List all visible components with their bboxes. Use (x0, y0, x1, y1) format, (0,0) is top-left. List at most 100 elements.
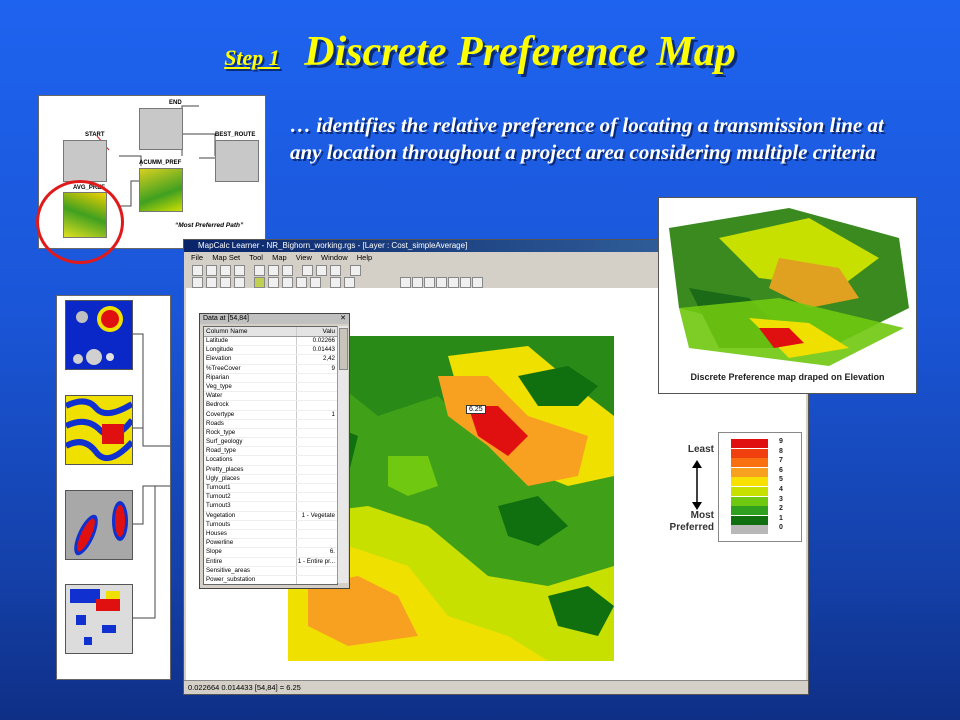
zoom-in-icon[interactable] (412, 277, 423, 288)
row-value (297, 475, 337, 483)
row-value: 1 (331, 410, 335, 418)
menu-view[interactable]: View (296, 253, 312, 262)
frame-icon[interactable] (330, 277, 341, 288)
table-row[interactable]: Turnouts (204, 520, 337, 530)
legend-icon[interactable] (296, 277, 307, 288)
map2d-icon[interactable] (192, 277, 203, 288)
layer-icon[interactable] (302, 265, 313, 276)
table-row[interactable]: Longitude 0.01443 (204, 346, 337, 356)
close-icon[interactable]: ✕ (340, 314, 346, 324)
lattice-icon[interactable] (268, 277, 279, 288)
legend-level-number: 3 (779, 495, 783, 503)
row-column-name: Turnouts (204, 520, 297, 529)
table-icon[interactable] (330, 265, 341, 276)
menu-file[interactable]: File (191, 253, 203, 262)
start-box (63, 140, 107, 182)
copy-icon[interactable] (234, 265, 245, 276)
menu-map[interactable]: Map (272, 253, 287, 262)
grid-icon[interactable] (316, 265, 327, 276)
table-row[interactable]: Turnout3 (204, 502, 337, 512)
table-row[interactable]: Locations (204, 456, 337, 466)
table-row[interactable]: Sensitive_areas (204, 566, 337, 576)
save-icon[interactable] (220, 265, 231, 276)
table-row[interactable]: Vegetation 1 - Vegetate (204, 511, 337, 521)
row-value (297, 456, 337, 464)
menu-map-set[interactable]: Map Set (212, 253, 240, 262)
row-column-name: Covertype (204, 410, 297, 419)
table-row[interactable]: Veg_type (204, 382, 337, 393)
table-row[interactable]: Pretty_places (204, 465, 337, 475)
row-column-name: Roads (204, 419, 297, 428)
end-box (139, 108, 183, 150)
contour-icon[interactable] (282, 277, 293, 288)
row-value (297, 567, 337, 575)
table-row[interactable]: Latitude 0.02266 (204, 337, 337, 347)
column-name-header[interactable]: Column Name (204, 327, 297, 336)
scale-icon[interactable] (310, 277, 321, 288)
table-row[interactable]: Covertype 1 (204, 410, 337, 420)
legend-level-number: 6 (779, 466, 783, 474)
table-row[interactable]: Entire 1 - Entire pr... (204, 557, 337, 567)
table-row[interactable]: Elevation 2,42 (204, 355, 337, 365)
scrollbar[interactable] (337, 326, 348, 583)
row-value (297, 438, 337, 446)
criteria-thumb-1 (65, 300, 133, 370)
row-column-name: Ugly_places (204, 474, 297, 483)
help-icon[interactable] (350, 265, 361, 276)
table-row[interactable]: %TreeCover 9 (204, 364, 337, 374)
data-window-title: Data at [54,84] (203, 315, 249, 322)
print-icon[interactable] (254, 265, 265, 276)
row-value: 1 - Entire pr... (297, 557, 335, 565)
data-table[interactable]: Column Name Valu Latitude 0.02266 Longitud… (203, 326, 338, 585)
pointer-icon[interactable] (400, 277, 411, 288)
end-label: END (169, 100, 182, 106)
query-icon[interactable] (448, 277, 459, 288)
zoom-out-icon[interactable] (424, 277, 435, 288)
table-row[interactable]: Houses (204, 529, 337, 540)
table-row[interactable]: Riparian (204, 373, 337, 383)
calc-icon[interactable] (282, 265, 293, 276)
table-row[interactable]: Ugly_places (204, 474, 337, 484)
map3d-icon[interactable] (206, 277, 217, 288)
image-icon[interactable] (234, 277, 245, 288)
table-row[interactable]: Power_substation (204, 575, 337, 584)
table-row[interactable]: Surf_geology (204, 438, 337, 448)
value-header[interactable]: Valu (297, 327, 337, 336)
row-column-name: Bedrock (204, 401, 297, 410)
menu-window[interactable]: Window (321, 253, 348, 262)
row-value (297, 466, 337, 474)
legend-swatch (731, 467, 768, 477)
pan-icon[interactable] (460, 277, 471, 288)
rotate-icon[interactable] (436, 277, 447, 288)
data-window-title-bar[interactable]: Data at [54,84] ✕ (200, 314, 349, 324)
row-column-name: Longitude (204, 346, 297, 355)
color-icon[interactable] (254, 277, 265, 288)
scrollbar-thumb[interactable] (339, 328, 348, 370)
table-row[interactable]: Turnout1 (204, 484, 337, 494)
row-column-name: Latitude (204, 337, 297, 346)
criteria-thumb-3 (65, 490, 133, 560)
table-row[interactable]: Bedrock (204, 401, 337, 411)
shade-icon[interactable] (220, 277, 231, 288)
table-row[interactable]: Water (204, 392, 337, 402)
open-icon[interactable] (206, 265, 217, 276)
find-icon[interactable] (268, 265, 279, 276)
row-column-name: Slope (204, 548, 297, 557)
table-row[interactable]: Rock_type (204, 428, 337, 439)
row-column-name: Powerline (204, 539, 297, 548)
data-window[interactable]: Data at [54,84] ✕ Column Name Valu Latit… (199, 313, 350, 589)
table-row[interactable]: Slope 6. (204, 548, 337, 558)
menu-tool[interactable]: Tool (249, 253, 263, 262)
start-label: START (85, 132, 105, 138)
table-row[interactable]: Road_type (204, 447, 337, 457)
menu-help[interactable]: Help (357, 253, 372, 262)
table-row[interactable]: Powerline (204, 539, 337, 549)
xy-icon[interactable] (344, 277, 355, 288)
table-row[interactable]: Roads (204, 419, 337, 429)
legend-most-text: Most (690, 510, 714, 521)
table-row[interactable]: Turnout2 (204, 493, 337, 503)
row-value (297, 484, 337, 492)
row-value (297, 401, 337, 409)
new-icon[interactable] (192, 265, 203, 276)
undo-icon[interactable] (472, 277, 483, 288)
